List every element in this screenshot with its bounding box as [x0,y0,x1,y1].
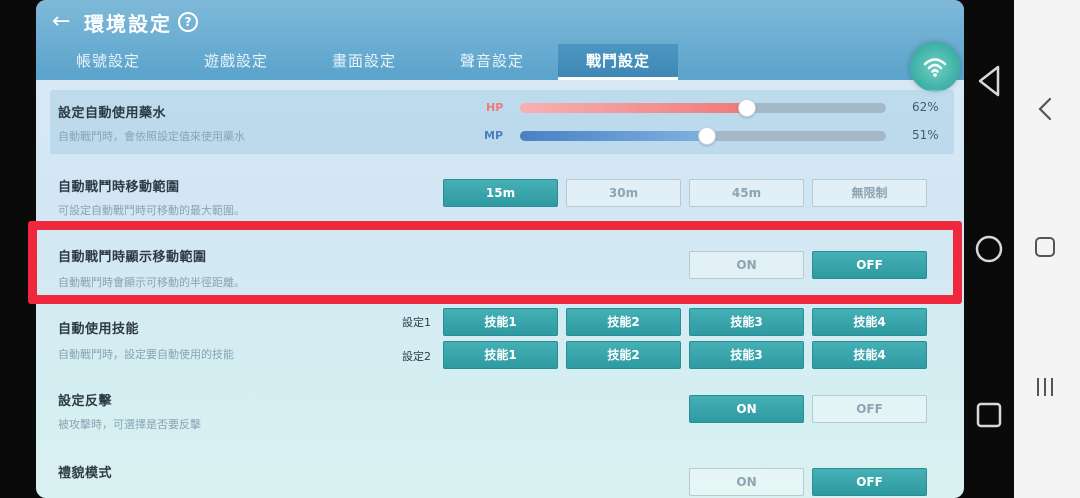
skill-set2-slot2-button[interactable]: 技能2 [566,341,681,369]
tab-bar: 帳號設定 遊戲設定 畫面設定 聲音設定 戰鬥設定 [36,44,964,80]
recents-square-icon[interactable] [976,402,1002,428]
skill-set2-slot1-button[interactable]: 技能1 [443,341,558,369]
tab-display[interactable]: 畫面設定 [304,44,424,80]
skill-set1-label: 設定1 [402,316,431,329]
potion-desc: 自動戰鬥時，會依照設定值來使用藥水 [58,130,245,143]
skills-row: 自動使用技能 自動戰鬥時，設定要自動使用的技能 設定1 設定2 技能1 技能2 … [50,306,954,370]
home-circle-icon[interactable] [974,234,1004,264]
back-arrow-icon[interactable]: ← [52,10,74,34]
range-title: 自動戰鬥時移動範圍 [58,180,180,195]
skill-set1-slot2-button[interactable]: 技能2 [566,308,681,336]
mode-row: 禮貌模式 ON OFF [50,452,954,498]
range-15m-button[interactable]: 15m [443,179,558,207]
help-icon[interactable]: ? [178,12,198,32]
wifi-icon [923,58,947,77]
range-45m-button[interactable]: 45m [689,179,804,207]
page-title: 環境設定 [84,12,172,36]
hp-percent: 62% [912,100,939,114]
wifi-button[interactable] [910,42,960,92]
mode-off-button[interactable]: OFF [812,468,927,496]
hp-slider-knob[interactable] [737,99,756,117]
counter-off-button[interactable]: OFF [812,395,927,423]
mp-slider-knob[interactable] [697,127,716,145]
skill-set2-slot3-button[interactable]: 技能3 [689,341,804,369]
counter-title: 設定反擊 [58,394,113,409]
skill-set1-slot4-button[interactable]: 技能4 [812,308,927,336]
skill-set1-slot1-button[interactable]: 技能1 [443,308,558,336]
tab-sound[interactable]: 聲音設定 [432,44,552,80]
nav-bar-inner [964,0,1014,498]
skill-set1-slot3-button[interactable]: 技能3 [689,308,804,336]
home-square-icon[interactable] [1034,236,1056,258]
tab-game[interactable]: 遊戲設定 [176,44,296,80]
potion-title: 設定自動使用藥水 [58,106,167,121]
skills-title: 自動使用技能 [58,322,140,337]
hp-slider[interactable] [520,99,886,117]
mode-on-button[interactable]: ON [689,468,804,496]
range-row: 自動戰鬥時移動範圍 可設定自動戰鬥時可移動的最大範圍。 15m 30m 45m … [50,166,954,220]
counter-on-button[interactable]: ON [689,395,804,423]
highlight-box [28,221,962,304]
mode-title: 禮貌模式 [58,466,113,481]
counter-row: 設定反擊 被攻擊時，可選擇是否要反擊 ON OFF [50,382,954,438]
range-desc: 可設定自動戰鬥時可移動的最大範圍。 [58,204,245,217]
back-triangle-icon[interactable] [976,64,1002,98]
tab-battle[interactable]: 戰鬥設定 [558,44,678,80]
header-bar: ← 環境設定 ? 帳號設定 遊戲設定 畫面設定 聲音設定 戰鬥設定 [36,0,964,80]
range-unlimited-button[interactable]: 無限制 [812,179,927,207]
hp-slider-fill [520,103,747,113]
skill-set2-slot4-button[interactable]: 技能4 [812,341,927,369]
hp-label: HP [486,101,504,114]
nav-bar-outer [1014,0,1080,498]
mp-percent: 51% [912,128,939,142]
mp-slider[interactable] [520,127,886,145]
screen: ← 環境設定 ? 帳號設定 遊戲設定 畫面設定 聲音設定 戰鬥設定 設定自動使用… [0,0,1080,498]
recents-lines-icon[interactable] [1034,376,1056,398]
mp-label: MP [484,129,504,142]
skills-desc: 自動戰鬥時，設定要自動使用的技能 [58,348,234,361]
chevron-left-icon[interactable] [1036,96,1054,122]
tab-account[interactable]: 帳號設定 [48,44,168,80]
skill-set2-label: 設定2 [402,350,431,363]
potion-row: 設定自動使用藥水 自動戰鬥時，會依照設定值來使用藥水 HP 62% MP 51% [50,90,954,154]
range-30m-button[interactable]: 30m [566,179,681,207]
mp-slider-fill [520,131,707,141]
counter-desc: 被攻擊時，可選擇是否要反擊 [58,418,201,431]
